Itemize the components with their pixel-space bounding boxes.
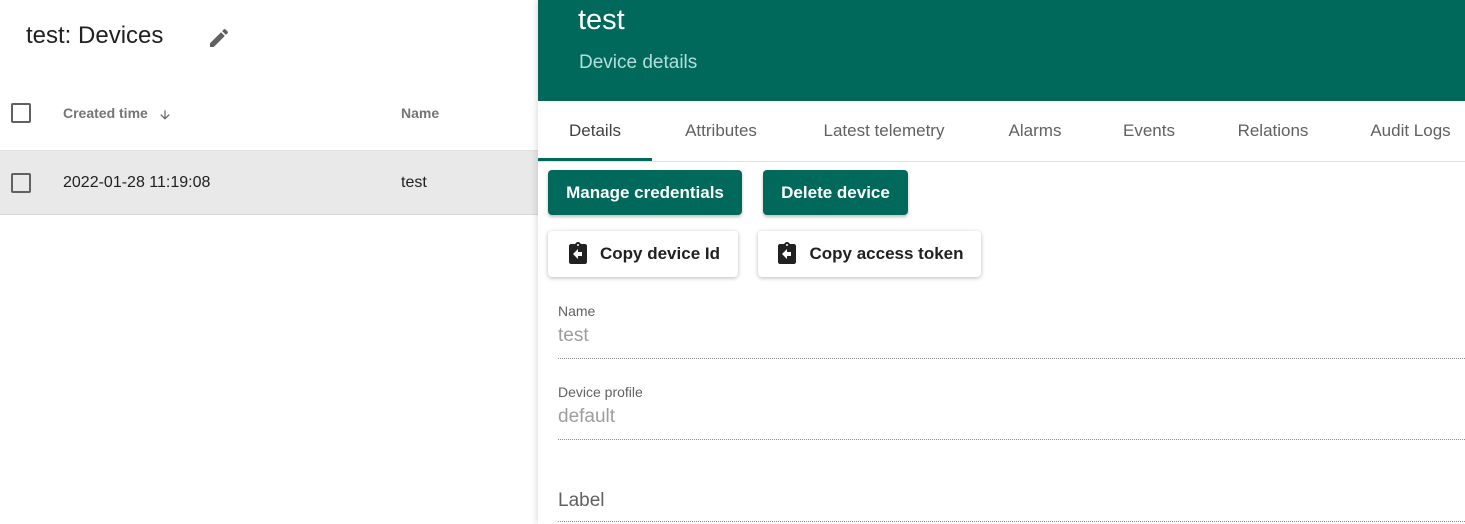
manage-credentials-button[interactable]: Manage credentials	[548, 170, 742, 215]
tab-attributes[interactable]: Attributes	[668, 101, 774, 161]
device-profile-field[interactable]: Device profile default	[558, 384, 1465, 432]
name-field-value: test	[558, 325, 589, 346]
copy-access-token-button[interactable]: Copy access token	[758, 231, 981, 277]
entity-subtitle: Device details	[579, 52, 698, 73]
name-field-underline	[558, 358, 1465, 359]
tab-details[interactable]: Details	[538, 101, 652, 161]
device-profile-field-value: default	[558, 406, 616, 427]
select-all-checkbox[interactable]	[11, 103, 31, 123]
table-header: Created time Name	[0, 80, 538, 151]
device-list-panel: test: Devices Created time Name 2022-01-…	[0, 0, 538, 524]
delete-device-button[interactable]: Delete device	[763, 170, 908, 215]
label-field-label: Label	[558, 490, 605, 511]
name-field[interactable]: Name test	[558, 303, 1465, 351]
cell-name: test	[401, 174, 427, 191]
entity-title: test	[578, 4, 625, 36]
table-row[interactable]: 2022-01-28 11:19:08 test	[0, 151, 538, 215]
clipboard-left-icon	[778, 242, 797, 264]
label-field-underline	[558, 521, 1465, 522]
clipboard-left-icon	[569, 242, 587, 264]
copy-device-id-label: Copy device Id	[600, 244, 720, 263]
details-tabs: Details Attributes Latest telemetry Alar…	[538, 101, 1465, 162]
device-details-drawer: test Device details Details Attributes L…	[538, 0, 1465, 524]
label-field[interactable]: Label	[558, 490, 1465, 512]
cell-created-time: 2022-01-28 11:19:08	[63, 174, 211, 191]
tab-audit-logs[interactable]: Audit Logs	[1356, 101, 1465, 161]
copy-device-id-button[interactable]: Copy device Id	[548, 231, 738, 277]
row-checkbox[interactable]	[11, 173, 31, 193]
copy-access-token-label: Copy access token	[809, 244, 964, 263]
arrow-down-icon[interactable]	[158, 107, 172, 123]
active-tab-indicator	[538, 158, 652, 161]
device-profile-field-underline	[558, 439, 1465, 440]
tab-relations[interactable]: Relations	[1222, 101, 1324, 161]
tab-alarms[interactable]: Alarms	[994, 101, 1076, 161]
device-profile-field-label: Device profile	[558, 384, 643, 400]
page-title: test: Devices	[26, 22, 164, 49]
tab-events[interactable]: Events	[1108, 101, 1190, 161]
name-field-label: Name	[558, 303, 596, 319]
drawer-header: test Device details	[538, 0, 1465, 101]
pencil-icon[interactable]	[206, 26, 232, 50]
tab-latest-telemetry[interactable]: Latest telemetry	[806, 101, 962, 161]
column-header-created-time[interactable]: Created time	[63, 105, 148, 121]
column-header-name[interactable]: Name	[401, 105, 439, 121]
